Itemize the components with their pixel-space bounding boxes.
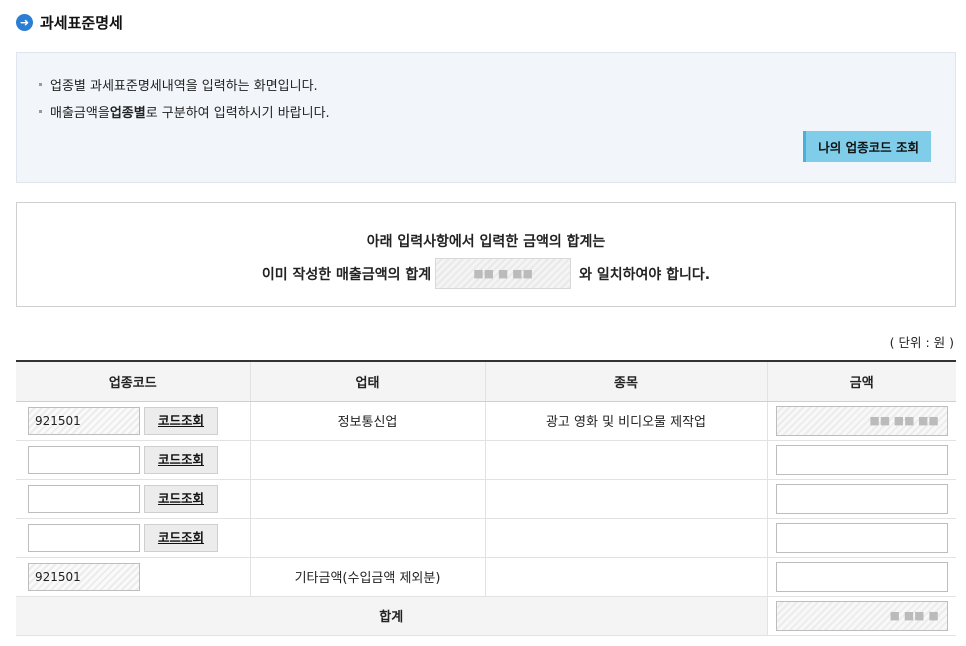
code-lookup-button[interactable]: 코드조회: [144, 523, 218, 552]
table-row: 코드조회: [16, 518, 956, 558]
item-cell: [485, 479, 768, 519]
unit-label: ( 단위 : 원 ): [889, 335, 954, 350]
amount-input[interactable]: ■■ ■■ ■■: [775, 405, 948, 436]
table-row: 코드조회: [16, 479, 956, 519]
code-lookup-button[interactable]: 코드조회: [144, 445, 218, 474]
notice-line-1: 아래 입력사항에서 입력한 금액의 합계는: [366, 234, 606, 250]
info-box: 업종별 과세표준명세내역을 입력하는 화면입니다. 매출금액을 업종별 로 구분하…: [16, 52, 956, 183]
total-row: 합계 ■ ■■ ■: [16, 596, 956, 636]
other-amount-label: 기타금액(수입금액 제외분): [250, 557, 486, 597]
sales-total-field: ■■ ■ ■■: [435, 258, 572, 289]
business-type-cell: 정보통신업: [250, 401, 486, 441]
total-label: 합계: [16, 596, 768, 636]
header-amount: 금액: [767, 361, 956, 402]
total-amount-field: ■ ■■ ■: [775, 600, 948, 631]
bullet-icon: [39, 110, 42, 113]
code-lookup-button[interactable]: 코드조회: [144, 484, 218, 513]
notice-box: 아래 입력사항에서 입력한 금액의 합계는 이미 작성한 매출금액의 합계 ■■…: [16, 202, 956, 307]
item-cell: [485, 440, 768, 480]
code-lookup-button[interactable]: 코드조회: [144, 406, 218, 435]
other-code-field: 921501: [28, 562, 140, 591]
header-industry-code: 업종코드: [16, 361, 251, 402]
amount-input[interactable]: [775, 444, 948, 475]
info-line-2: 매출금액을 업종별 로 구분하여 입력하시기 바랍니다.: [39, 102, 330, 121]
industry-code-input[interactable]: [28, 484, 140, 513]
industry-code-input[interactable]: [28, 445, 140, 474]
industry-code-input[interactable]: 921501: [28, 406, 140, 435]
industry-code-input[interactable]: [28, 523, 140, 552]
item-cell: [485, 518, 768, 558]
tax-base-table: 업종코드 업태 종목 금액 921501 코드조회 정보통신업 광고 영화 및 비…: [16, 360, 956, 636]
header-item: 종목: [485, 361, 768, 402]
arrow-right-circle-icon: ➜: [16, 13, 33, 31]
business-type-cell: [250, 479, 486, 519]
business-type-cell: [250, 440, 486, 480]
info-line-1: 업종별 과세표준명세내역을 입력하는 화면입니다.: [39, 75, 318, 94]
page-title: 과세표준명세: [40, 13, 123, 32]
other-amount-row: 921501 기타금액(수입금액 제외분): [16, 557, 956, 597]
header-business-type: 업태: [250, 361, 486, 402]
notice-line-2: 이미 작성한 매출금액의 합계 ■■ ■ ■■ 와 일치하여야 합니다.: [17, 258, 955, 289]
my-industry-code-button[interactable]: 나의 업종코드 조회: [803, 131, 931, 162]
table-row: 코드조회: [16, 440, 956, 480]
other-amount-input[interactable]: [775, 561, 948, 592]
table-row: 921501 코드조회 정보통신업 광고 영화 및 비디오물 제작업 ■■ ■■ …: [16, 401, 956, 441]
table-header-row: 업종코드 업태 종목 금액: [16, 361, 956, 402]
amount-input[interactable]: [775, 522, 948, 553]
item-cell: 광고 영화 및 비디오물 제작업: [485, 401, 768, 441]
page-header: ➜ 과세표준명세: [16, 12, 123, 32]
amount-input[interactable]: [775, 483, 948, 514]
business-type-cell: [250, 518, 486, 558]
bullet-icon: [39, 83, 42, 86]
